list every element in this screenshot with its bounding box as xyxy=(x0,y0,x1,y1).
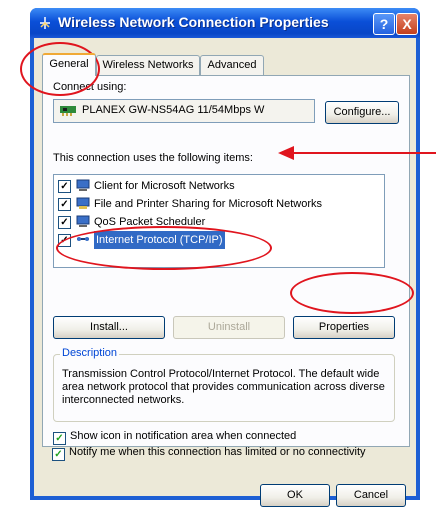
protocol-icon xyxy=(77,237,89,241)
tab-general[interactable]: General xyxy=(42,53,96,76)
description-text: Transmission Control Protocol/Internet P… xyxy=(62,368,385,406)
notify-label[interactable]: Notify me when this connection has limit… xyxy=(69,446,366,458)
description-title: Description xyxy=(60,347,120,359)
notify-checkbox[interactable]: ✓ xyxy=(52,448,65,461)
install-button-label: Install... xyxy=(90,321,128,333)
configure-button-label: Configure... xyxy=(333,106,391,118)
annotation-arrow-icon xyxy=(278,146,436,160)
tab-advanced-label: Advanced xyxy=(207,59,257,71)
ok-button-label: OK xyxy=(287,489,303,501)
item-label: Client for Microsoft Networks xyxy=(94,180,235,192)
network-connection-icon xyxy=(40,17,50,29)
adapter-name: PLANEX GW-NS54AG 11/54Mbps W xyxy=(82,104,265,116)
show-icon-label[interactable]: Show icon in notification area when conn… xyxy=(70,430,296,442)
show-icon-checkbox[interactable]: ✓ xyxy=(53,432,66,445)
item-label: Internet Protocol (TCP/IP) xyxy=(94,231,225,249)
close-button[interactable]: X xyxy=(396,13,418,35)
tab-wireless-networks[interactable]: Wireless Networks xyxy=(96,55,200,75)
item-label: File and Printer Sharing for Microsoft N… xyxy=(94,198,323,210)
item-checkbox[interactable]: ✓ xyxy=(58,198,71,211)
network-adapter-icon xyxy=(60,106,76,116)
adapter-field: PLANEX GW-NS54AG 11/54Mbps W xyxy=(53,99,315,123)
item-checkbox[interactable]: ✓ xyxy=(58,234,71,247)
close-icon: X xyxy=(402,16,412,32)
uninstall-button-label: Uninstall xyxy=(207,321,251,333)
item-checkbox[interactable]: ✓ xyxy=(58,180,71,193)
cancel-button[interactable]: Cancel xyxy=(336,484,406,507)
item-checkbox[interactable]: ✓ xyxy=(58,216,71,229)
ok-button[interactable]: OK xyxy=(260,484,330,507)
help-button[interactable]: ? xyxy=(373,13,395,35)
properties-button[interactable]: Properties xyxy=(293,316,395,339)
uninstall-button: Uninstall xyxy=(173,316,285,339)
help-icon: ? xyxy=(379,16,389,32)
install-button[interactable]: Install... xyxy=(53,316,165,339)
properties-window: Wireless Network Connection Properties ?… xyxy=(30,8,420,507)
description-group: Description Transmission Control Protoco… xyxy=(53,347,395,422)
tab-advanced[interactable]: Advanced xyxy=(200,55,264,75)
items-label: This connection uses the following items… xyxy=(53,152,253,164)
qos-icon xyxy=(76,215,90,227)
item-label: QoS Packet Scheduler xyxy=(94,216,206,228)
properties-button-label: Properties xyxy=(318,321,370,333)
general-tab-panel: Connect using: PLANEX GW-NS54AG 11/54Mbp… xyxy=(42,75,410,447)
cancel-button-label: Cancel xyxy=(353,489,389,501)
network-client-icon xyxy=(76,179,90,191)
dialog-client-area: General Wireless Networks Advanced Conne… xyxy=(34,38,416,507)
tab-general-label: General xyxy=(49,58,89,70)
configure-button[interactable]: Configure... xyxy=(325,101,399,124)
window-title: Wireless Network Connection Properties xyxy=(58,14,329,30)
file-sharing-icon xyxy=(76,197,90,209)
tab-wireless-networks-label: Wireless Networks xyxy=(102,59,194,71)
components-list[interactable]: ✓ Client for Microsoft Networks ✓ File a… xyxy=(53,174,385,268)
title-bar[interactable]: Wireless Network Connection Properties ?… xyxy=(30,8,420,38)
connect-using-label: Connect using: xyxy=(53,81,127,93)
